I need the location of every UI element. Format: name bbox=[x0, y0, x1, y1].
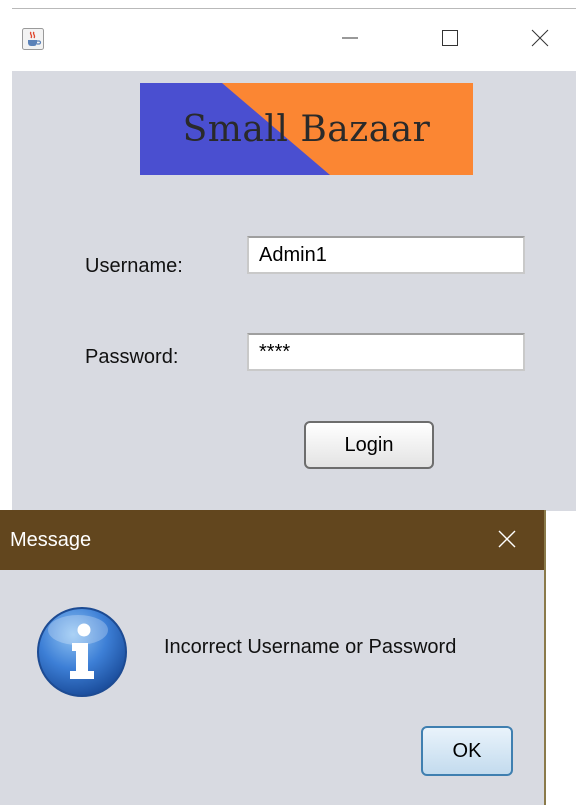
close-button[interactable] bbox=[522, 23, 558, 57]
close-icon bbox=[497, 529, 517, 554]
ok-button[interactable]: OK bbox=[421, 726, 513, 776]
dialog-titlebar[interactable]: Message bbox=[0, 510, 544, 570]
small-bazaar-logo: Small Bazaar bbox=[140, 83, 473, 175]
dialog-title: Message bbox=[10, 529, 92, 551]
logo-text: Small Bazaar bbox=[182, 108, 431, 150]
username-input[interactable] bbox=[247, 236, 525, 274]
close-icon bbox=[530, 28, 550, 53]
minimize-icon bbox=[340, 28, 360, 53]
window-titlebar[interactable] bbox=[12, 9, 576, 71]
minimize-button[interactable] bbox=[332, 23, 368, 57]
login-button[interactable]: Login bbox=[304, 421, 434, 469]
password-input[interactable] bbox=[247, 333, 525, 371]
java-cup-icon bbox=[22, 28, 44, 50]
info-icon bbox=[34, 604, 130, 700]
maximize-icon bbox=[440, 28, 460, 53]
dialog-close-button[interactable] bbox=[490, 524, 524, 558]
login-window: Small Bazaar Username: Password: Login bbox=[12, 8, 576, 511]
password-label: Password: bbox=[85, 346, 179, 368]
username-label: Username: bbox=[85, 255, 183, 277]
maximize-button[interactable] bbox=[432, 23, 468, 57]
dialog-message: Incorrect Username or Password bbox=[164, 636, 457, 658]
message-dialog: Message Incorrect Username or Password O… bbox=[0, 510, 546, 805]
